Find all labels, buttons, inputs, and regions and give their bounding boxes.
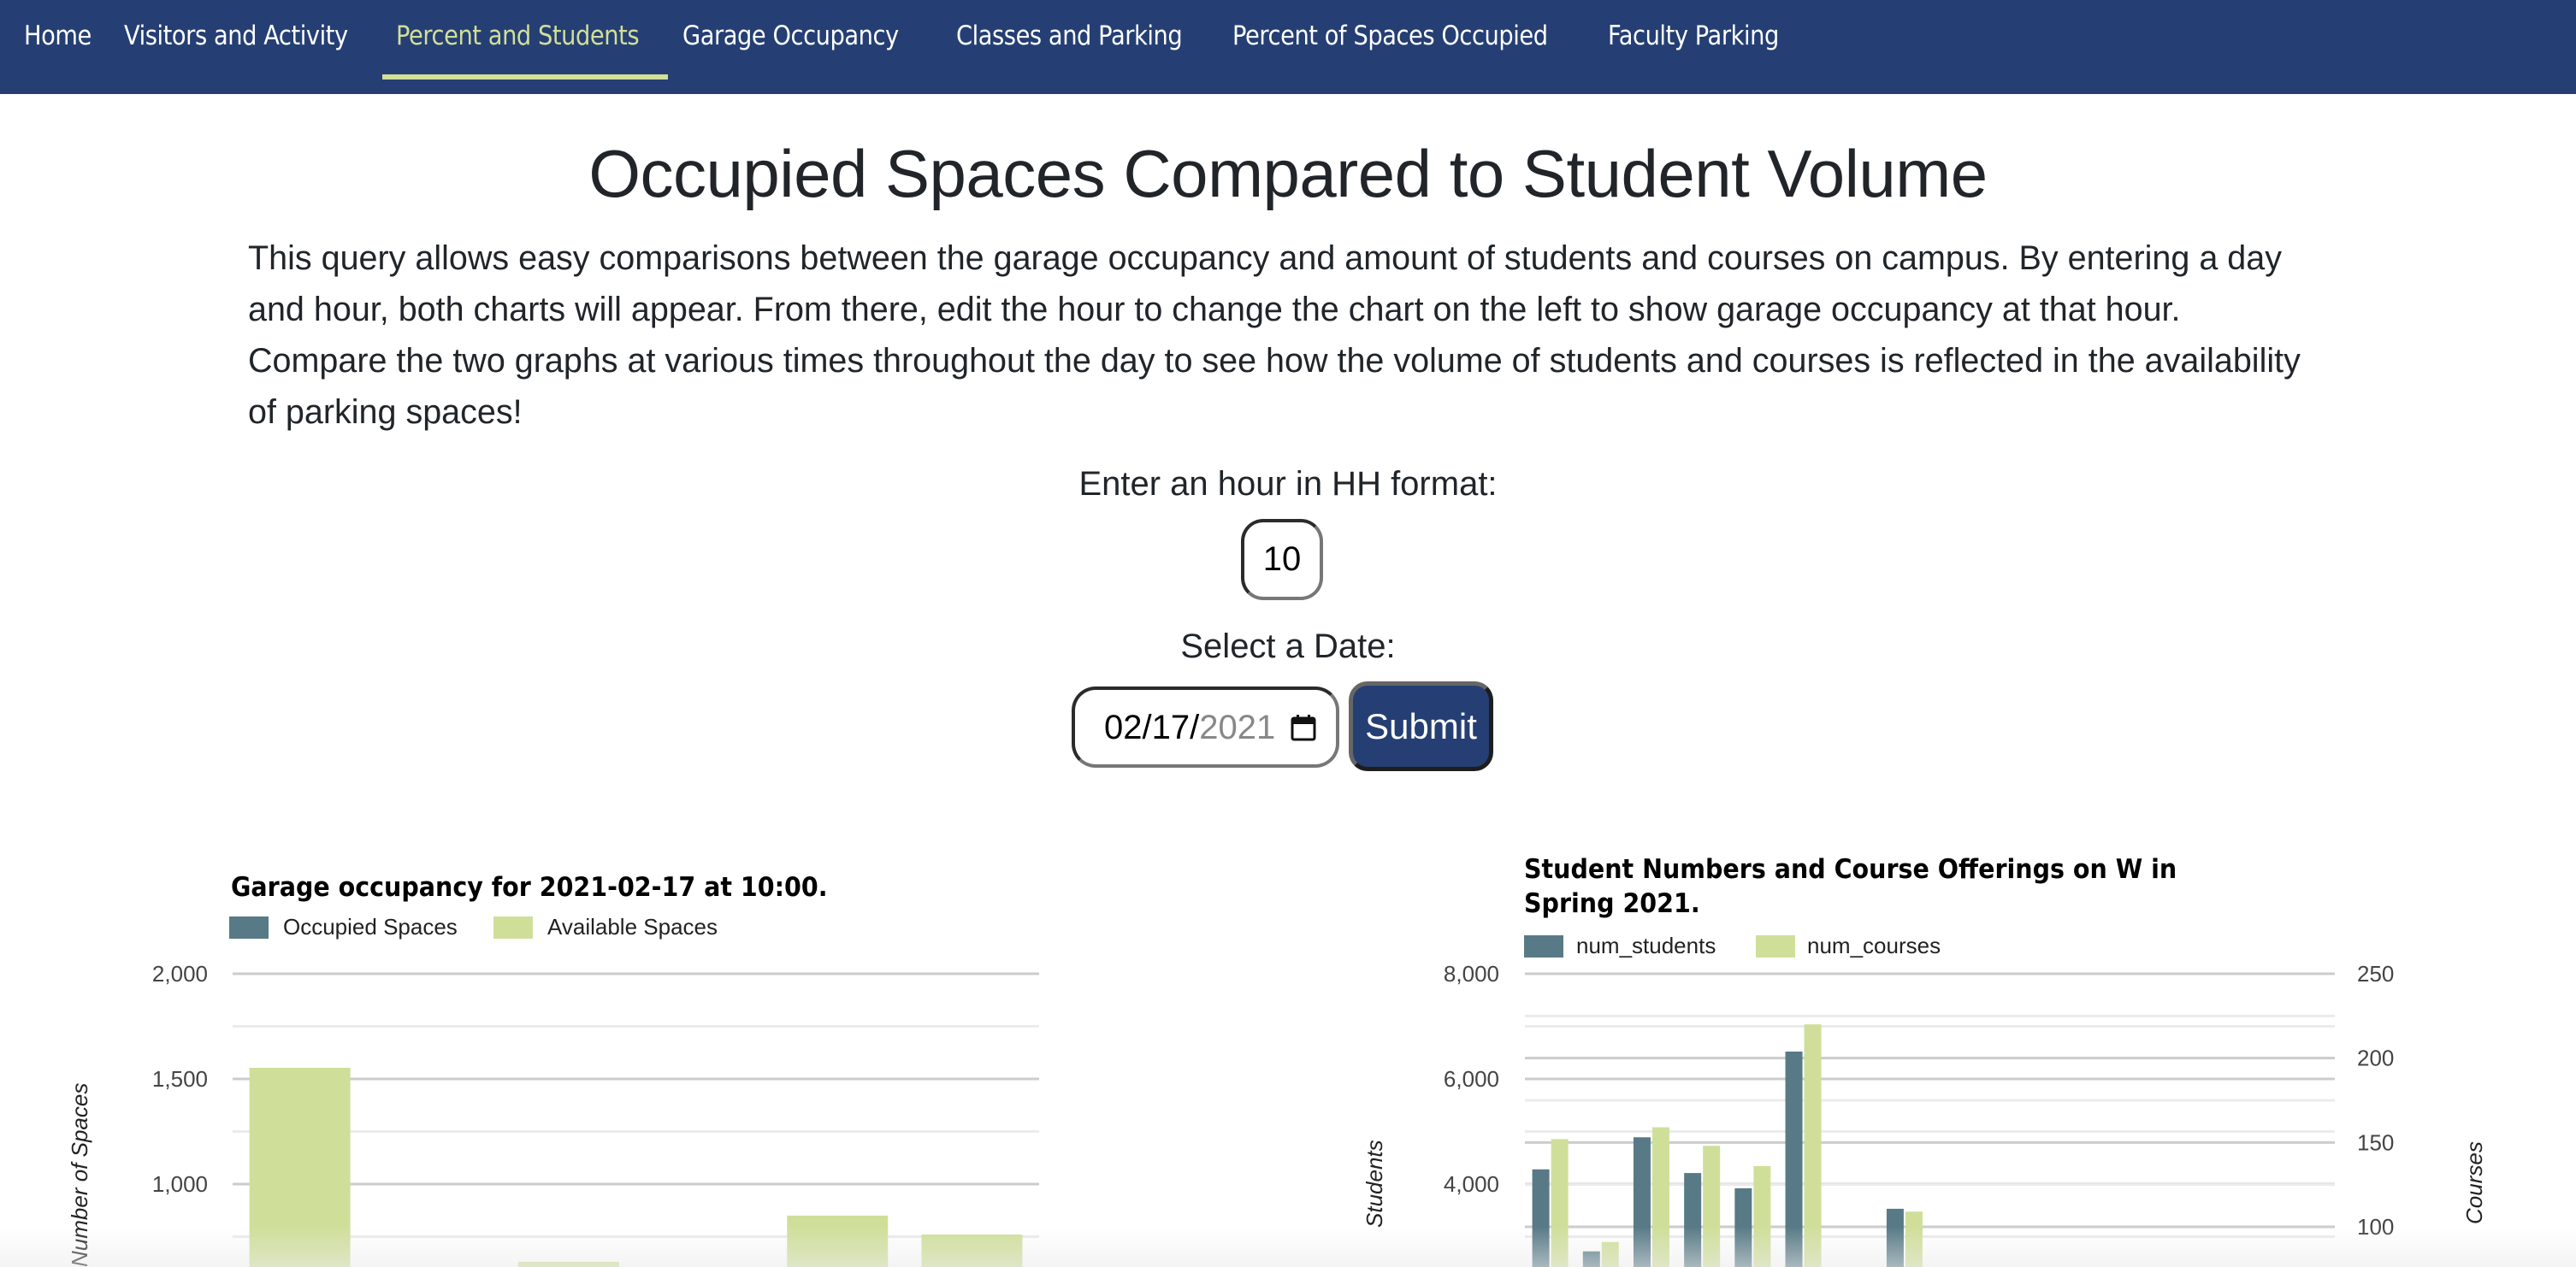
bar-num-courses — [1551, 1139, 1569, 1267]
y-tick-label-left: 6,000 — [1444, 1066, 1499, 1092]
bar-num-courses — [1804, 1024, 1822, 1267]
bar-num-students — [1633, 1137, 1651, 1267]
bar-num-students — [1886, 1208, 1904, 1267]
bar-num-courses — [1703, 1146, 1721, 1267]
bar-num-courses — [1601, 1241, 1619, 1267]
students-courses-plot: 4,000 6,000 8,000 100 150 200 250 — [1444, 961, 2394, 1267]
y-tick-label-left: 8,000 — [1444, 961, 1499, 987]
y-tick-label-right: 200 — [2357, 1046, 2394, 1071]
bar-num-students — [1684, 1173, 1702, 1267]
bar-num-courses — [1905, 1211, 1923, 1267]
y-tick-label-right: 100 — [2357, 1214, 2394, 1240]
y-tick-label-left: 4,000 — [1444, 1171, 1499, 1197]
y-tick-label-right: 250 — [2357, 961, 2394, 987]
bar-num-students — [1734, 1187, 1752, 1267]
bar-num-courses — [1753, 1165, 1771, 1267]
bar-num-students — [1582, 1251, 1600, 1267]
bar-num-students — [1785, 1052, 1803, 1267]
bar-num-courses — [1651, 1127, 1669, 1267]
y-tick-label-right: 150 — [2357, 1129, 2394, 1155]
bar-num-students — [1532, 1169, 1550, 1267]
